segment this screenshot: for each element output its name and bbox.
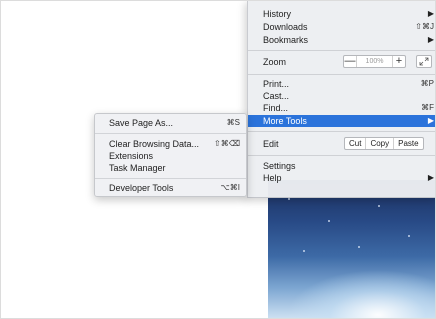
- chrome-main-menu: History ▶ Downloads ⇧⌘J Bookmarks ▶ Zoom…: [247, 0, 436, 198]
- edit-button-group: Cut Copy Paste: [344, 137, 424, 150]
- fullscreen-icon: [419, 57, 429, 66]
- menu-item-label: Find...: [263, 103, 289, 113]
- zoom-level: 100%: [356, 56, 393, 67]
- menu-item-label: Settings: [263, 161, 296, 171]
- submenu-item-label: Developer Tools: [109, 183, 174, 193]
- edit-row: Edit Cut Copy Paste: [248, 136, 436, 152]
- copy-button[interactable]: Copy: [365, 138, 393, 149]
- menu-item-label: Bookmarks: [263, 35, 309, 45]
- desktop-wallpaper: [268, 180, 436, 319]
- submenu-item-clear-browsing-data[interactable]: Clear Browsing Data... ⇧⌘⌫: [95, 138, 246, 150]
- menu-item-downloads[interactable]: Downloads ⇧⌘J: [248, 21, 436, 33]
- zoom-in-button[interactable]: +: [393, 56, 405, 67]
- menu-item-find[interactable]: Find... ⌘F: [248, 102, 436, 114]
- submenu-separator: [95, 178, 246, 179]
- zoom-out-button[interactable]: —: [344, 56, 356, 67]
- submenu-separator: [95, 133, 246, 134]
- submenu-arrow-icon: ▶: [427, 173, 434, 182]
- menu-item-label: History: [263, 9, 292, 19]
- menu-item-settings[interactable]: Settings: [248, 160, 436, 172]
- submenu-arrow-icon: ▶: [427, 9, 434, 18]
- submenu-item-label: Extensions: [109, 151, 154, 161]
- menu-item-label: Downloads: [263, 22, 308, 32]
- submenu-item-label: Save Page As...: [109, 118, 174, 128]
- menu-separator: [248, 50, 436, 51]
- submenu-item-shortcut: ⌥⌘I: [220, 183, 240, 192]
- zoom-control: — 100% +: [343, 55, 406, 68]
- menu-separator: [248, 131, 436, 132]
- more-tools-submenu: Save Page As... ⌘S Clear Browsing Data..…: [94, 113, 247, 197]
- submenu-item-developer-tools[interactable]: Developer Tools ⌥⌘I: [95, 182, 246, 194]
- menu-separator: [248, 74, 436, 75]
- menu-separator: [248, 155, 436, 156]
- edit-label: Edit: [263, 139, 279, 149]
- menu-item-shortcut: ⇧⌘J: [415, 22, 434, 31]
- menu-item-label: Help: [263, 173, 282, 183]
- paste-button[interactable]: Paste: [393, 138, 422, 149]
- submenu-item-shortcut: ⌘S: [226, 118, 240, 127]
- zoom-label: Zoom: [263, 57, 287, 67]
- submenu-item-task-manager[interactable]: Task Manager: [95, 162, 246, 174]
- screenshot-stage: History ▶ Downloads ⇧⌘J Bookmarks ▶ Zoom…: [0, 0, 436, 319]
- menu-item-more-tools[interactable]: More Tools ▶: [248, 115, 436, 127]
- menu-item-print[interactable]: Print... ⌘P: [248, 78, 436, 90]
- menu-item-label: Print...: [263, 79, 290, 89]
- menu-item-history[interactable]: History ▶: [248, 8, 436, 20]
- menu-item-help[interactable]: Help ▶: [248, 172, 436, 184]
- submenu-item-label: Clear Browsing Data...: [109, 139, 200, 149]
- menu-item-bookmarks[interactable]: Bookmarks ▶: [248, 34, 436, 46]
- submenu-arrow-icon: ▶: [427, 35, 434, 44]
- zoom-row: Zoom — 100% +: [248, 54, 436, 71]
- menu-item-shortcut: ⌘P: [420, 79, 434, 88]
- submenu-arrow-icon: ▶: [427, 116, 434, 125]
- menu-item-cast[interactable]: Cast...: [248, 90, 436, 102]
- submenu-item-shortcut: ⇧⌘⌫: [213, 139, 240, 148]
- submenu-item-label: Task Manager: [109, 163, 166, 173]
- menu-item-label: More Tools: [263, 116, 307, 126]
- fullscreen-button[interactable]: [416, 55, 432, 68]
- menu-item-label: Cast...: [263, 91, 290, 101]
- cut-button[interactable]: Cut: [345, 138, 365, 149]
- submenu-item-extensions[interactable]: Extensions: [95, 150, 246, 162]
- submenu-item-save-page-as[interactable]: Save Page As... ⌘S: [95, 117, 246, 129]
- menu-item-shortcut: ⌘F: [421, 103, 434, 112]
